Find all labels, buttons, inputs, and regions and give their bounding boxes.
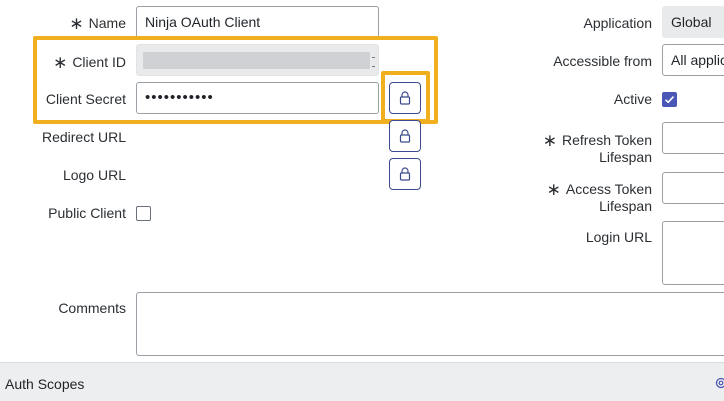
lock-button-highlight (381, 71, 430, 123)
access-token-lifespan-label: ∗ Access Token Lifespan (500, 180, 652, 215)
lock-icon (399, 167, 411, 181)
name-label-text: Name (89, 15, 126, 31)
comments-textarea[interactable] (136, 292, 724, 356)
gear-icon[interactable] (714, 376, 724, 390)
application-field: Global (662, 6, 724, 38)
access-token-lifespan-input[interactable] (662, 172, 724, 204)
required-asterisk-icon: ∗ (69, 14, 83, 33)
logo-url-label: Logo URL (20, 167, 126, 184)
redirect-url-lock-button[interactable] (389, 120, 421, 152)
name-label: ∗ Name (50, 14, 126, 32)
accessible-from-select[interactable]: All applic (662, 44, 724, 76)
access-token-label-line2: Lifespan (500, 198, 652, 215)
refresh-token-label-line2: Lifespan (500, 149, 652, 166)
application-label: Application (500, 15, 652, 32)
access-token-label-line1: Access Token (566, 181, 652, 197)
public-client-label: Public Client (20, 205, 126, 222)
lock-icon (399, 129, 411, 143)
logo-url-lock-button[interactable] (389, 158, 421, 190)
accessible-from-label: Accessible from (500, 53, 652, 70)
public-client-checkbox[interactable] (136, 206, 151, 221)
checkmark-icon (663, 93, 676, 106)
comments-label: Comments (20, 300, 126, 317)
active-checkbox[interactable] (662, 92, 677, 107)
refresh-token-lifespan-label: ∗ Refresh Token Lifespan (500, 131, 652, 166)
login-url-label: Login URL (500, 229, 652, 246)
login-url-textarea[interactable] (662, 221, 724, 285)
auth-scopes-title: Auth Scopes (5, 376, 84, 392)
auth-scopes-section-header: Auth Scopes (0, 362, 724, 401)
active-label: Active (500, 91, 652, 108)
required-asterisk-icon: ∗ (547, 180, 561, 199)
required-asterisk-icon: ∗ (543, 131, 557, 150)
redirect-url-label: Redirect URL (20, 129, 126, 146)
refresh-token-lifespan-input[interactable] (662, 122, 724, 154)
name-input[interactable]: Ninja OAuth Client (136, 6, 379, 38)
refresh-token-label-line1: Refresh Token (562, 132, 652, 148)
credentials-highlight (33, 36, 438, 124)
